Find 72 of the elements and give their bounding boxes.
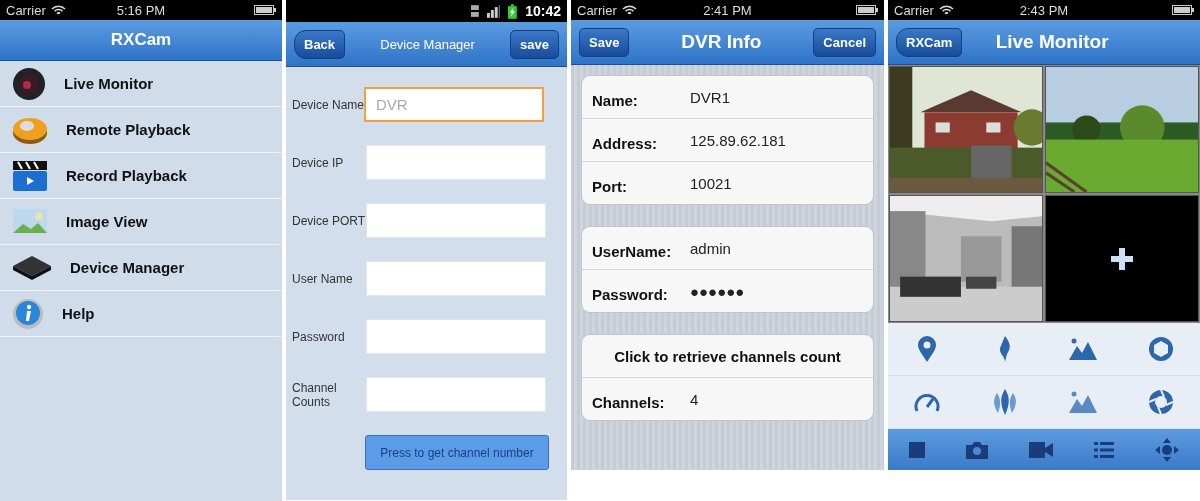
save-button[interactable]: Save	[579, 27, 630, 57]
screen-title: Live Monitor	[994, 31, 1110, 53]
field-label: Channel Counts	[292, 380, 338, 409]
video-camera-icon[interactable]	[1028, 442, 1053, 458]
field-value: ●●●●●●	[690, 282, 745, 300]
list-icon[interactable]	[1094, 441, 1115, 459]
field-value: 10021	[690, 174, 732, 192]
input-field[interactable]: DVR	[364, 87, 544, 122]
screen-title: RXCam	[109, 30, 173, 50]
add-camera-tile[interactable]	[1045, 195, 1199, 322]
flame-icon[interactable]	[999, 336, 1011, 362]
menu-item[interactable]: Record Playback	[0, 153, 282, 199]
status-time: 10:42	[525, 3, 561, 19]
direction-pad-icon[interactable]	[1155, 438, 1180, 462]
screen-title: Device Manager	[379, 36, 476, 52]
menu-item[interactable]: Image View	[0, 199, 282, 245]
clapperboard-icon	[12, 159, 48, 192]
battery-icon	[1172, 5, 1194, 15]
field-label: Device PORT	[292, 213, 366, 228]
field-label: Port:	[592, 177, 628, 195]
battery-charging-icon	[508, 3, 518, 19]
status-time: 2:41 PM	[703, 2, 752, 18]
speedometer-icon[interactable]	[914, 391, 940, 413]
info-icon	[12, 297, 44, 330]
wifi-icon	[938, 4, 954, 16]
field-label: Name:	[592, 91, 639, 109]
field-label: UserName:	[592, 242, 673, 260]
field-label: Device IP	[292, 155, 345, 170]
location-pin-icon[interactable]	[917, 336, 937, 362]
menu-item[interactable]: Device Manager	[0, 245, 282, 291]
plus-icon	[1111, 247, 1133, 270]
field-label: Address:	[592, 134, 659, 152]
mountain-icon[interactable]	[1069, 391, 1097, 413]
screen-title: DVR Info	[680, 31, 763, 53]
aperture-icon[interactable]	[1148, 389, 1174, 415]
field-value: 125.89.62.181	[690, 131, 786, 149]
back-button[interactable]: RXCam	[896, 27, 963, 57]
wifi-icon	[50, 4, 66, 16]
field-value: 4	[690, 390, 699, 408]
aperture-icon[interactable]	[1148, 336, 1174, 362]
landscape-image-icon	[12, 207, 48, 236]
menu-item[interactable]: Help	[0, 291, 282, 337]
menu-item[interactable]: Live Monitor	[0, 61, 282, 107]
field-label: Channels:	[592, 393, 666, 411]
field-value: admin	[690, 239, 731, 257]
menu-item[interactable]: Remote Playback	[0, 107, 282, 153]
battery-icon	[856, 5, 878, 15]
field-value: DVR1	[690, 88, 730, 106]
wifi-icon	[621, 4, 637, 16]
camera-lens-icon	[12, 66, 46, 101]
get-channel-button[interactable]: Press to get channel number	[365, 435, 549, 470]
network-type-icon	[471, 4, 479, 18]
stop-icon[interactable]	[908, 442, 925, 458]
cancel-button[interactable]: Cancel	[813, 27, 876, 57]
back-button[interactable]: Back	[294, 29, 346, 59]
signal-icon	[486, 4, 501, 18]
status-time: 5:16 PM	[116, 2, 166, 18]
flames-icon[interactable]	[992, 389, 1018, 415]
device-box-icon	[12, 254, 52, 281]
carrier-label: Carrier	[577, 2, 617, 18]
field-label: Password:	[592, 285, 669, 303]
battery-icon	[254, 5, 276, 15]
field-label: User Name	[292, 271, 354, 286]
field-label: Password	[292, 329, 346, 344]
retrieve-channels-link[interactable]: Click to retrieve channels count	[592, 347, 863, 365]
mountain-icon[interactable]	[1069, 338, 1097, 360]
status-time: 2:43 PM	[1019, 2, 1069, 18]
save-button[interactable]: save	[510, 29, 559, 59]
carrier-label: Carrier	[894, 2, 934, 18]
field-label: Device Name	[292, 97, 366, 112]
camera-icon[interactable]	[965, 441, 988, 459]
carrier-label: Carrier	[6, 2, 46, 18]
